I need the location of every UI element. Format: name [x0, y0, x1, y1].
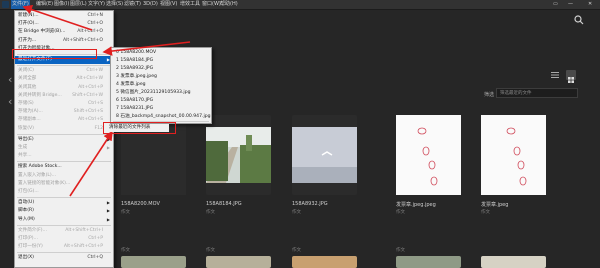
clear-recent-files-item[interactable]: 清除最近的文件列表 [107, 124, 169, 132]
annotation-arrows [22, 5, 191, 197]
